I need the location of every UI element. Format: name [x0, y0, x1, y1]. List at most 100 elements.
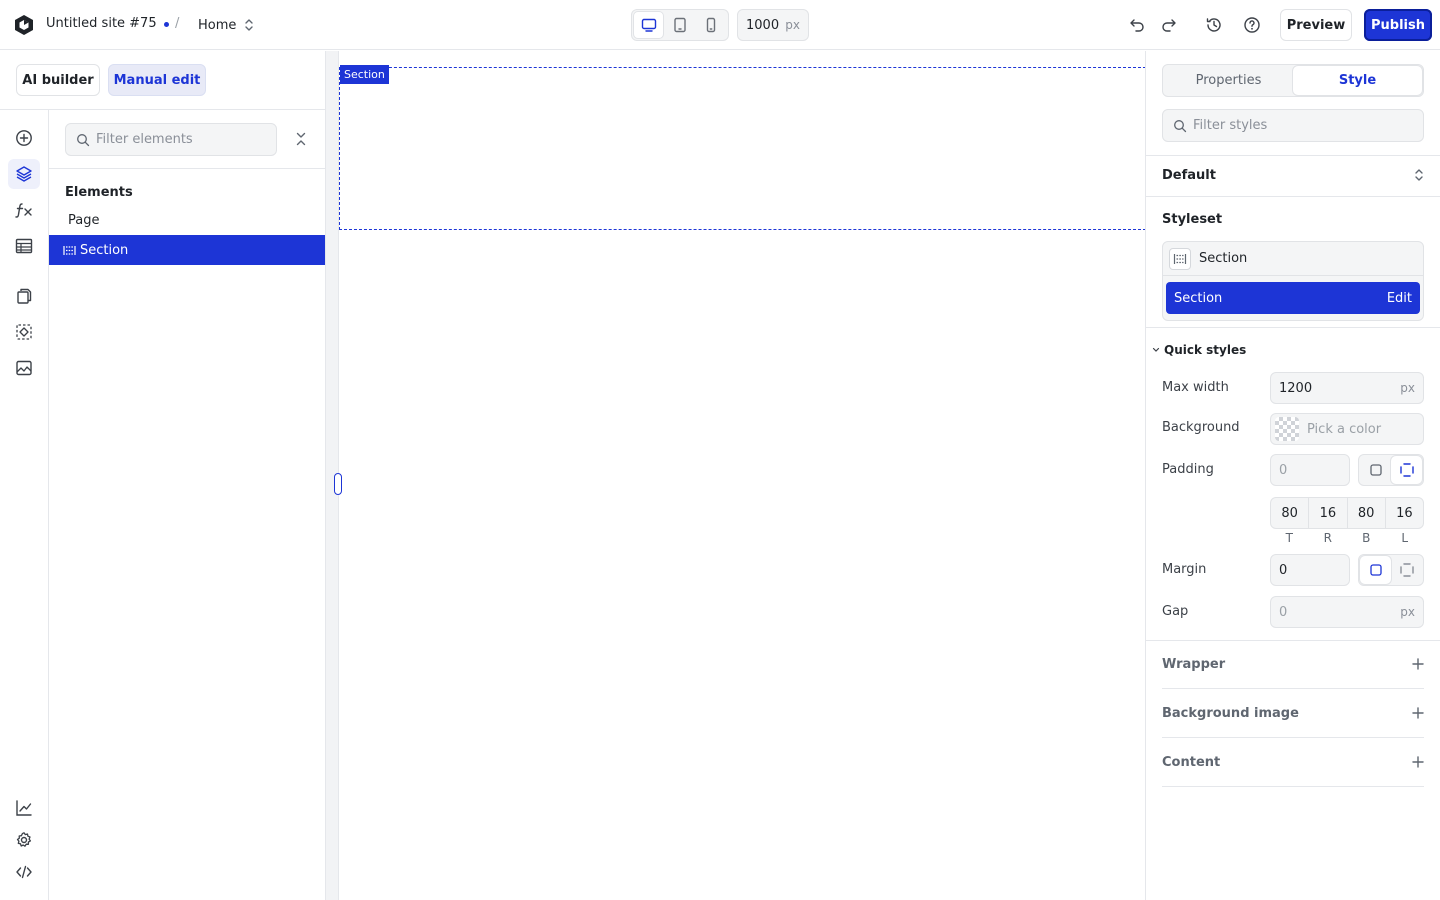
- padding-left-input[interactable]: 16: [1386, 498, 1423, 528]
- wrapper-section-toggle[interactable]: Wrapper: [1162, 640, 1424, 689]
- tree-item-label: Section: [80, 242, 129, 258]
- margin-uniform-button[interactable]: [1360, 556, 1391, 584]
- individual-sides-icon: [1399, 562, 1415, 578]
- square-icon: [1369, 563, 1383, 577]
- site-name[interactable]: Untitled site #75: [46, 16, 157, 31]
- accordion-label: Background image: [1162, 705, 1299, 721]
- elements-panel: Elements Page Section: [49, 110, 326, 900]
- plus-icon: [1412, 756, 1424, 768]
- preview-button[interactable]: Preview: [1280, 9, 1352, 41]
- undo-button[interactable]: [1124, 12, 1150, 38]
- layers-button[interactable]: [8, 159, 40, 189]
- collapse-all-button[interactable]: [289, 126, 313, 152]
- data-table-button[interactable]: [8, 231, 40, 261]
- styleset-heading: Styleset: [1162, 212, 1223, 227]
- section-icon: [63, 245, 76, 256]
- function-icon: [14, 201, 34, 219]
- padding-all-placeholder: 0: [1279, 462, 1288, 478]
- components-button[interactable]: [8, 317, 40, 347]
- max-width-input[interactable]: 1200 px: [1270, 372, 1424, 404]
- help-button[interactable]: [1239, 12, 1265, 38]
- max-width-unit: px: [1400, 381, 1415, 395]
- transparent-swatch-icon: [1275, 417, 1299, 441]
- functions-button[interactable]: [8, 195, 40, 225]
- margin-value: 0: [1279, 562, 1288, 578]
- tablet-view-button[interactable]: [665, 12, 694, 38]
- canvas-width-input[interactable]: 1000 px: [737, 9, 809, 41]
- elements-search-input[interactable]: [96, 132, 266, 147]
- gap-placeholder: 0: [1279, 604, 1288, 620]
- padding-individual-button[interactable]: [1391, 456, 1422, 484]
- ai-builder-tab[interactable]: AI builder: [16, 64, 100, 96]
- state-selector[interactable]: Default: [1162, 157, 1424, 193]
- tablet-icon: [673, 17, 687, 33]
- section-icon: [1169, 247, 1191, 270]
- assets-button[interactable]: [8, 353, 40, 383]
- code-button[interactable]: [8, 857, 40, 887]
- edit-styleset-button[interactable]: Edit: [1387, 291, 1412, 306]
- redo-button[interactable]: [1156, 12, 1182, 38]
- section-tag[interactable]: Section: [340, 65, 389, 84]
- padding-right-input[interactable]: 16: [1309, 498, 1348, 528]
- elements-search-row: [49, 110, 325, 169]
- mobile-view-button[interactable]: [697, 12, 726, 38]
- canvas-resize-handle[interactable]: [334, 473, 342, 495]
- search-icon: [1173, 119, 1187, 133]
- side-label-right: R: [1323, 531, 1332, 545]
- desktop-view-button[interactable]: [634, 12, 664, 38]
- side-label-bottom: B: [1362, 531, 1371, 545]
- styleset-box: Section Section Edit: [1162, 241, 1424, 321]
- undo-icon: [1129, 18, 1145, 32]
- background-image-section-toggle[interactable]: Background image: [1162, 689, 1424, 738]
- selected-section[interactable]: Section: [339, 65, 1146, 230]
- add-element-button[interactable]: [8, 123, 40, 153]
- padding-bottom-input[interactable]: 80: [1348, 498, 1386, 528]
- breadcrumb-separator: /: [175, 16, 180, 31]
- padding-top-input[interactable]: 80: [1271, 498, 1310, 528]
- tab-properties[interactable]: Properties: [1164, 66, 1293, 95]
- padding-sides: 80 16 80 16: [1270, 497, 1424, 529]
- background-color-picker[interactable]: Pick a color: [1270, 413, 1424, 445]
- padding-all-input[interactable]: 0: [1270, 454, 1350, 486]
- max-width-label: Max width: [1162, 380, 1229, 395]
- divider: [1146, 327, 1440, 328]
- margin-individual-button[interactable]: [1391, 556, 1422, 584]
- settings-button[interactable]: [8, 825, 40, 855]
- search-icon: [76, 133, 90, 147]
- mobile-icon: [705, 17, 717, 33]
- margin-input[interactable]: 0: [1270, 554, 1350, 586]
- page-selector-label: Home: [198, 17, 237, 33]
- tab-style[interactable]: Style: [1293, 66, 1422, 95]
- chevron-up-down-icon: [1414, 168, 1424, 182]
- publish-button[interactable]: Publish: [1364, 9, 1432, 41]
- table-icon: [15, 238, 33, 254]
- square-icon: [1369, 463, 1383, 477]
- app-logo-icon[interactable]: [13, 14, 35, 36]
- chevron-up-down-icon: [244, 18, 254, 32]
- pages-icon: [15, 287, 33, 305]
- desktop-icon: [641, 18, 657, 32]
- canvas-area: Section: [326, 51, 1146, 900]
- history-button[interactable]: [1201, 12, 1227, 38]
- manual-edit-tab[interactable]: Manual edit: [108, 64, 206, 96]
- code-icon: [15, 864, 33, 880]
- analytics-button[interactable]: [8, 793, 40, 823]
- tree-item-page[interactable]: Page: [49, 205, 325, 235]
- page-selector[interactable]: Home: [190, 10, 262, 40]
- styles-search-input[interactable]: [1193, 118, 1413, 133]
- quick-styles-toggle[interactable]: Quick styles: [1152, 343, 1246, 357]
- page-canvas[interactable]: Section: [338, 51, 1146, 900]
- gap-input[interactable]: 0 px: [1270, 596, 1424, 628]
- help-icon: [1243, 16, 1261, 34]
- padding-uniform-button[interactable]: [1360, 456, 1391, 484]
- background-label: Background: [1162, 420, 1240, 435]
- top-bar: Untitled site #75 / Home 1000 px Preview…: [0, 0, 1440, 50]
- tree-item-section[interactable]: Section: [49, 235, 325, 265]
- side-label-top: T: [1285, 531, 1293, 545]
- quick-styles-label: Quick styles: [1164, 343, 1247, 357]
- styleset-current[interactable]: Section: [1163, 242, 1423, 276]
- content-section-toggle[interactable]: Content: [1162, 738, 1424, 787]
- pages-button[interactable]: [8, 281, 40, 311]
- styleset-selected-label: Section: [1174, 290, 1223, 306]
- styleset-selected-row[interactable]: Section Edit: [1166, 282, 1420, 314]
